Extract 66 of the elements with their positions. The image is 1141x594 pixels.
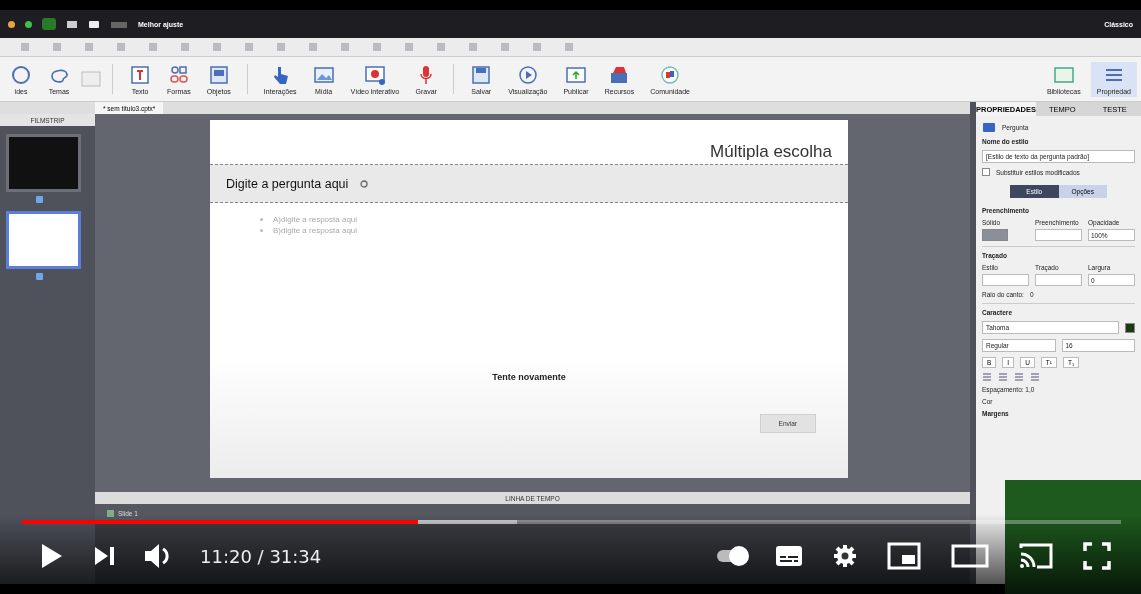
toolbar-icon[interactable] <box>436 42 446 52</box>
bullet-icon <box>260 229 263 232</box>
text-color-swatch[interactable] <box>1125 322 1135 333</box>
settings-icon[interactable] <box>833 544 857 568</box>
toolbar-icon[interactable] <box>404 42 414 52</box>
align-icon[interactable] <box>1014 373 1024 381</box>
color-swatch[interactable] <box>982 229 1008 241</box>
toolbar-icon[interactable] <box>564 42 574 52</box>
toolbar-icon[interactable] <box>180 42 190 52</box>
toolbar-icon[interactable] <box>84 42 94 52</box>
slide-icon <box>107 509 114 517</box>
zoom-dot[interactable] <box>25 20 32 28</box>
toolbar-icon[interactable] <box>372 42 382 52</box>
align-icon[interactable] <box>982 373 992 381</box>
toolbar-icon[interactable] <box>148 42 158 52</box>
new-slide-icon <box>80 68 102 90</box>
fullscreen-icon[interactable] <box>1083 542 1111 570</box>
toolbar-icon[interactable] <box>212 42 222 52</box>
toolbar-icon[interactable] <box>244 42 254 52</box>
volume-icon[interactable] <box>144 542 170 570</box>
align-icon[interactable] <box>998 373 1008 381</box>
question-text: Digite a pergunta aqui <box>226 176 349 191</box>
slide-number-icon <box>36 273 43 280</box>
align-icon[interactable] <box>1030 373 1040 381</box>
cast-icon[interactable] <box>1019 542 1053 570</box>
slide-thumbnail[interactable] <box>6 134 81 192</box>
stroke-dropdown[interactable] <box>1035 274 1082 286</box>
text-icon <box>129 63 151 86</box>
speech-bubble-icon <box>982 122 996 133</box>
community-icon <box>659 63 682 86</box>
slide-title: Múltipla escolha <box>710 142 832 162</box>
save-icon <box>470 63 493 86</box>
subtitles-icon[interactable] <box>775 544 803 568</box>
shapes-icon <box>167 63 190 86</box>
slide-thumbnail[interactable] <box>6 211 81 269</box>
rotate-handle-icon[interactable] <box>360 179 369 188</box>
checkbox[interactable] <box>982 168 990 176</box>
toolbar-icon[interactable] <box>20 42 30 52</box>
feedback-text: Tente novamente <box>492 372 566 382</box>
toolbar-icon[interactable] <box>308 42 318 52</box>
toolbar-icon[interactable] <box>532 42 542 52</box>
progress-bar[interactable] <box>22 520 1121 524</box>
monitor-icon[interactable] <box>66 18 78 30</box>
circle-icon <box>10 63 32 86</box>
video-icon <box>363 63 386 86</box>
play-circle-icon <box>516 63 539 86</box>
stroke-style-dropdown[interactable] <box>982 274 1029 286</box>
toolbar-icon[interactable] <box>52 42 62 52</box>
answer-text: A)digite a resposta aqui <box>273 215 358 224</box>
play-icon[interactable] <box>40 542 64 570</box>
fill-dropdown[interactable] <box>1035 229 1082 241</box>
close-dot[interactable] <box>8 20 15 28</box>
toolbar-icon[interactable] <box>276 42 286 52</box>
bullet-icon <box>260 218 263 221</box>
toolbar-icon[interactable] <box>340 42 350 52</box>
answer-text: B)digite a resposta aqui <box>273 226 358 235</box>
slide-number-icon <box>36 196 43 203</box>
miniplayer-icon[interactable] <box>887 542 921 570</box>
toolbar-icon[interactable] <box>500 42 510 52</box>
toolbar-icon[interactable] <box>116 42 126 52</box>
skip-next-icon[interactable] <box>94 545 114 567</box>
objects-icon <box>207 63 230 86</box>
app-logo-icon <box>42 18 56 30</box>
time-display: 11:20 / 31:34 <box>200 545 322 567</box>
toolbar-icon[interactable] <box>468 42 478 52</box>
theater-mode-icon[interactable] <box>951 542 989 570</box>
